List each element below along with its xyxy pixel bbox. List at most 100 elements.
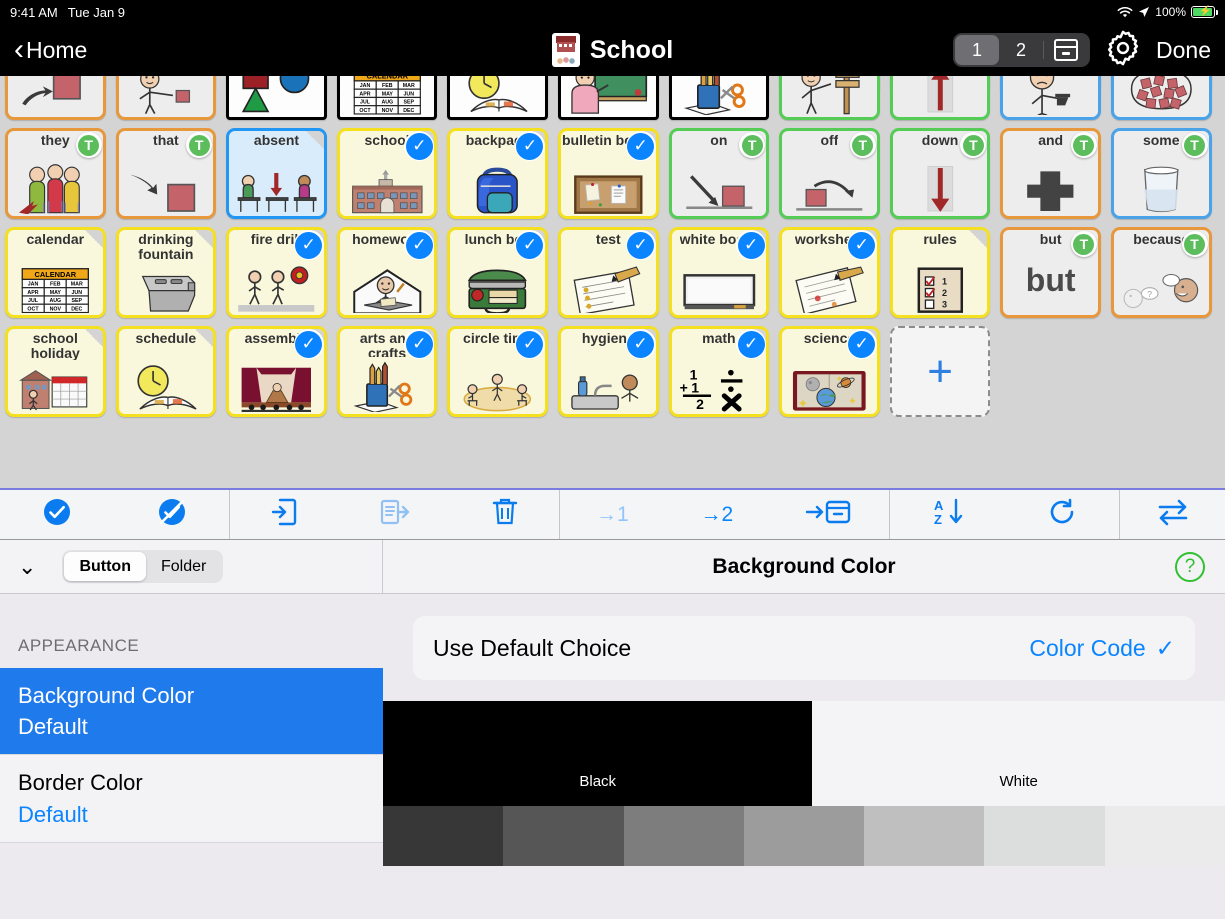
delete-button-button[interactable] <box>492 497 518 532</box>
grid-cell[interactable]: drinking fountain <box>111 223 222 322</box>
grid-button[interactable]: assembly✓ <box>226 326 327 417</box>
grid-button[interactable]: thisT <box>116 76 217 120</box>
grid-button[interactable]: test✓ <box>558 227 659 318</box>
grid-button[interactable]: school holiday <box>5 326 106 417</box>
grid-button[interactable]: school✓ <box>337 128 438 219</box>
grid-button[interactable]: rules123 <box>890 227 991 318</box>
question-circle-icon[interactable]: ? <box>1175 552 1205 582</box>
swatch-gray[interactable] <box>1105 806 1225 866</box>
folder-button[interactable]: Schedule <box>447 76 548 120</box>
grid-button[interactable]: thatT <box>116 128 217 219</box>
swatch-gray[interactable] <box>864 806 984 866</box>
swatch-gray[interactable] <box>624 806 744 866</box>
folder-button[interactable]: Teachers <box>558 76 659 120</box>
selected-check-badge-icon[interactable]: ✓ <box>626 131 656 161</box>
sort-az-button[interactable]: AZ <box>932 496 964 533</box>
grid-cell[interactable]: theyT <box>0 124 111 223</box>
grid-button[interactable]: worksheet✓ <box>779 227 880 318</box>
grid-cell[interactable]: Art supplies <box>664 76 775 124</box>
folder-button[interactable]: Shapes <box>226 76 327 120</box>
sidebar-item-border-color[interactable]: Border Color Default <box>0 755 383 842</box>
grid-cell[interactable]: test✓ <box>553 223 664 322</box>
grid-cell[interactable]: homework✓ <box>332 223 443 322</box>
grid-cell[interactable]: offT <box>774 124 885 223</box>
selected-check-badge-icon[interactable]: ✓ <box>847 329 877 359</box>
grid-cell[interactable]: + <box>885 322 996 421</box>
grid-cell[interactable]: absent <box>221 124 332 223</box>
grid-button[interactable]: calendarCALENDARJANFEBMARAPRMAYJUNJULAUG… <box>5 227 106 318</box>
back-home-button[interactable]: ‹ Home <box>14 35 87 65</box>
grid-cell[interactable]: schedule <box>111 322 222 421</box>
grid-button[interactable]: thereT <box>779 76 880 120</box>
use-default-choice-row[interactable]: Use Default Choice Color Code ✓ <box>413 616 1195 680</box>
refresh-button[interactable] <box>1047 497 1077 532</box>
grid-cell[interactable]: school holiday <box>0 322 111 421</box>
grid-button[interactable]: fire drill✓ <box>226 227 327 318</box>
grid-cell[interactable]: andT <box>995 124 1106 223</box>
grid-button[interactable]: itT <box>5 76 106 120</box>
selected-check-badge-icon[interactable]: ✓ <box>515 329 545 359</box>
grid-button[interactable]: circle time✓ <box>447 326 548 417</box>
grid-button[interactable]: schedule <box>116 326 217 417</box>
add-button[interactable]: + <box>890 326 991 417</box>
grid-button[interactable]: onT <box>669 128 770 219</box>
send-to-locker-button[interactable] <box>805 497 853 532</box>
swatch-gray[interactable] <box>984 806 1104 866</box>
grid-button[interactable]: hygiene✓ <box>558 326 659 417</box>
page-tab-1[interactable]: 1 <box>955 35 999 65</box>
selected-check-badge-icon[interactable]: ✓ <box>515 131 545 161</box>
grid-button[interactable]: white board✓ <box>669 227 770 318</box>
chevron-down-icon[interactable]: ⌄ <box>18 556 36 578</box>
grid-button[interactable]: math1+12✓ <box>669 326 770 417</box>
grid-cell[interactable]: butbutT <box>995 223 1106 322</box>
grid-cell[interactable]: school✓ <box>332 124 443 223</box>
page-tab-2[interactable]: 2 <box>999 35 1043 65</box>
grid-cell[interactable]: thereT <box>774 76 885 124</box>
locker-tab[interactable] <box>1044 35 1088 65</box>
grid-cell[interactable]: bulletin board✓ <box>553 124 664 223</box>
page-selector[interactable]: 1 2 <box>953 33 1090 67</box>
grid-cell[interactable]: hygiene✓ <box>553 322 664 421</box>
selected-check-badge-icon[interactable]: ✓ <box>626 329 656 359</box>
selected-check-badge-icon[interactable]: ✓ <box>515 230 545 260</box>
grid-cell[interactable]: arts and crafts✓ <box>332 322 443 421</box>
grid-cell[interactable]: itT <box>0 76 111 124</box>
grid-cell[interactable]: rules123 <box>885 223 996 322</box>
grid-cell[interactable]: calendarCALENDARJANFEBMARAPRMAYJUNJULAUG… <box>0 223 111 322</box>
grid-cell[interactable]: Teachers <box>553 76 664 124</box>
use-default-choice-value[interactable]: Color Code ✓ <box>1029 635 1175 662</box>
copy-button-button[interactable] <box>380 497 410 532</box>
grid-button[interactable]: absent <box>226 128 327 219</box>
grid-button[interactable]: arts and crafts✓ <box>337 326 438 417</box>
grid-cell[interactable]: white board✓ <box>664 223 775 322</box>
grid-cell[interactable]: Shapes <box>221 76 332 124</box>
selected-check-badge-icon[interactable]: ✓ <box>847 230 877 260</box>
selected-check-badge-icon[interactable]: ✓ <box>294 329 324 359</box>
selected-check-badge-icon[interactable]: ✓ <box>736 230 766 260</box>
send-to-page-1-button[interactable]: →1 <box>596 503 629 527</box>
grid-button[interactable]: someT <box>1111 128 1212 219</box>
grid-cell[interactable]: backpack✓ <box>442 124 553 223</box>
grid-button[interactable]: backpack✓ <box>447 128 548 219</box>
grid-cell[interactable]: assembly✓ <box>221 322 332 421</box>
grid-button[interactable]: badT <box>1000 76 1101 120</box>
selected-check-badge-icon[interactable]: ✓ <box>626 230 656 260</box>
segment-button[interactable]: Button <box>64 552 146 581</box>
select-all-button[interactable] <box>42 497 72 532</box>
grid-button[interactable]: offT <box>779 128 880 219</box>
grid-button[interactable]: lunch box✓ <box>447 227 548 318</box>
grid-cell[interactable]: downT <box>885 124 996 223</box>
button-folder-selector[interactable]: Button Folder <box>62 550 223 583</box>
grid-cell[interactable]: fire drill✓ <box>221 223 332 322</box>
grid-cell[interactable]: someT <box>1106 124 1217 223</box>
segment-folder[interactable]: Folder <box>146 552 221 581</box>
swatch-gray[interactable] <box>383 806 503 866</box>
grid-button[interactable]: drinking fountain <box>116 227 217 318</box>
grid-cell[interactable]: upT <box>885 76 996 124</box>
selected-check-badge-icon[interactable]: ✓ <box>736 329 766 359</box>
grid-button[interactable]: upT <box>890 76 991 120</box>
grid-cell[interactable]: Schedule <box>442 76 553 124</box>
grid-button[interactable]: andT <box>1000 128 1101 219</box>
gear-button[interactable] <box>1104 29 1142 72</box>
swatch-black[interactable]: Black <box>383 701 812 806</box>
